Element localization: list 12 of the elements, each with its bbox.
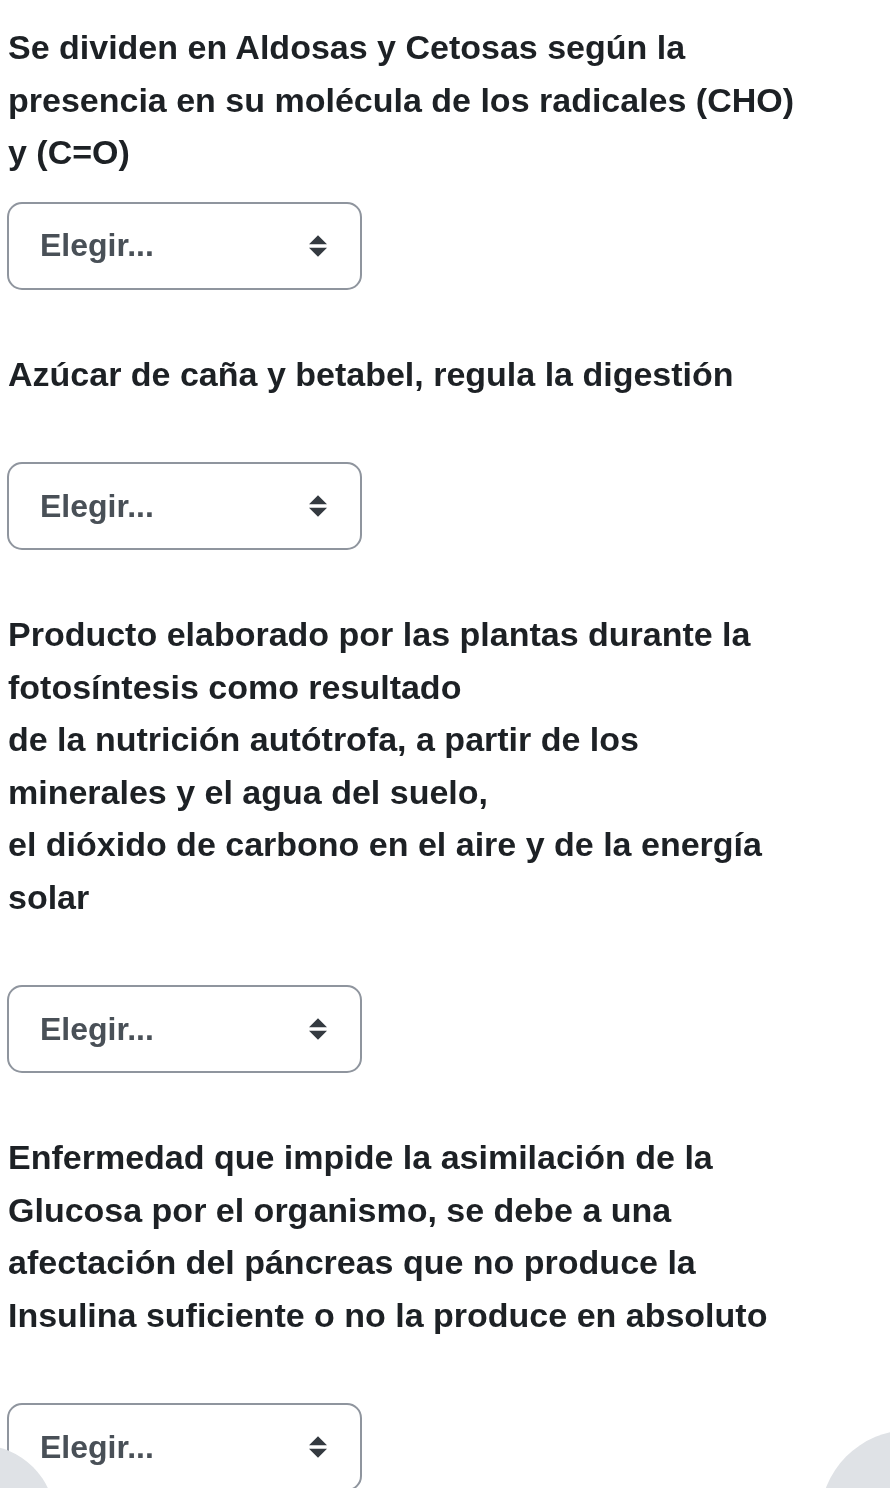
question-text: Enfermedad que impide la asimilación de la Glucosa por el organismo, se debe a una afectación del páncreas que no produce la Insulina suficiente o no la produce en absoluto: [7, 1137, 769, 1336]
answer-dropdown[interactable]: Elegir...: [7, 1403, 362, 1488]
answer-dropdown[interactable]: Elegir...: [7, 462, 362, 550]
sort-arrows-icon: [309, 234, 327, 257]
question-text: Producto elaborado por las plantas durante la fotosíntesis como resultado de la nutrición autótrofa, a partir de los minerales y el agua del suelo, el dióxido de carbono en el aire y de la energía solar: [7, 614, 763, 918]
answer-dropdown[interactable]: Elegir...: [7, 985, 362, 1073]
sort-arrows-icon: [309, 495, 327, 517]
question-text: Se dividen en Aldosas y Cetosas según la presencia en su molécula de los radicales (CHO) y (C=O): [7, 27, 796, 173]
sort-arrows-icon: [309, 1436, 327, 1458]
answer-dropdown[interactable]: Elegir...: [7, 201, 362, 290]
sort-arrows-icon: [309, 1018, 327, 1040]
question-text: Azúcar de caña y betabel, regula la digestión: [7, 353, 735, 395]
